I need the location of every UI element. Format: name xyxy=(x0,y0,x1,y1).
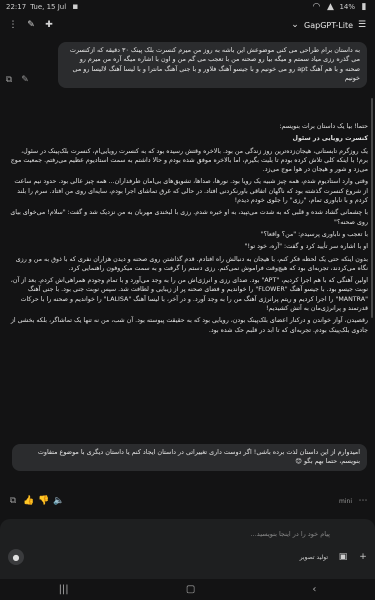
status-time: 22:17 xyxy=(6,3,27,11)
user-message-text: به داستان برام طراحی می کنی موضوعش این ب… xyxy=(69,46,360,83)
add-attachment-icon[interactable]: + xyxy=(358,552,368,562)
story-paragraph: با چشمانی گشاد شده و قلبی که به شدت می‌ت… xyxy=(10,209,368,226)
recent-apps-icon[interactable]: ||| xyxy=(59,584,69,595)
message-input[interactable] xyxy=(30,527,330,541)
story-paragraph: وقتی وارد استادیوم شدم، همه چیز شبیه یک … xyxy=(14,178,368,205)
copy-icon[interactable]: ⧉ xyxy=(4,75,14,85)
system-nav-bar: ||| ▢ ‹ xyxy=(0,579,375,600)
speaker-icon[interactable]: 🔈 xyxy=(53,496,64,506)
status-left: 22:17 Tue, 15 Jul ▪ xyxy=(6,2,80,12)
app-title-text: GapGPT-Lite xyxy=(304,20,353,30)
notification-icon: ▪ xyxy=(72,2,79,12)
app-bar: ⋮ ✎ ✚ ⌄ GapGPT-Lite ☰ xyxy=(0,14,375,36)
new-chat-icon[interactable]: ✚ xyxy=(44,20,54,30)
status-date: Tue, 15 Jul xyxy=(30,3,67,11)
menu-icon[interactable]: ☰ xyxy=(357,20,367,30)
generate-image-button[interactable]: تولید تصویر xyxy=(300,554,328,561)
story-paragraph: رقصیدن، آواز خواندن و درکنار اعضای بلک‌پ… xyxy=(10,317,368,334)
microphone-icon: ● xyxy=(12,552,20,562)
image-icon[interactable]: ▣ xyxy=(338,552,348,562)
chat-area[interactable]: به داستان برام طراحی می کنی موضوعش این ب… xyxy=(0,38,375,510)
closing-message-text: امیدوارم از این داستان لذت برده باشی! اگ… xyxy=(37,448,360,466)
home-icon[interactable]: ▢ xyxy=(186,584,195,595)
assistant-message: حتما! بیا یک داستان برات بنویسم: کنسرت ر… xyxy=(10,122,368,338)
closing-message-bubble: امیدوارم از این داستان لذت برده باشی! اگ… xyxy=(12,444,367,471)
story-paragraph: اولین آهنگی که با هم اجرا کردیم، "APT" ب… xyxy=(10,277,368,313)
back-icon[interactable]: ‹ xyxy=(312,584,316,595)
signal-icon: ▲ xyxy=(326,2,334,12)
input-panel: ● تولید تصویر ▣ + xyxy=(0,519,375,579)
assistant-intro: حتما! بیا یک داستان برات بنویسم: xyxy=(279,123,368,130)
status-right: ◠ ▲ 14% ▮ xyxy=(311,2,369,12)
app-title[interactable]: ⌄ GapGPT-Lite ☰ xyxy=(290,20,367,30)
more-options-icon[interactable]: ⋮ xyxy=(8,20,18,30)
battery-level: 14% xyxy=(339,3,355,11)
model-info: mini ⋯ xyxy=(339,496,368,506)
story-paragraph: او با اشاره سر تأیید کرد و گفت: "آره، خو… xyxy=(244,243,368,251)
scrollbar[interactable] xyxy=(371,98,373,318)
message-meta-row: ⧉ 👍 👎 🔈 mini ⋯ xyxy=(8,496,368,506)
model-name: mini xyxy=(339,497,352,505)
thumbs-down-icon[interactable]: 👎 xyxy=(38,496,49,506)
story-paragraph: با تعجب و ناباوری پرسیدم: "من؟ واقعا؟" xyxy=(260,230,368,238)
edit-icon[interactable]: ✎ xyxy=(26,20,36,30)
feedback-actions: ⧉ 👍 👎 🔈 xyxy=(8,496,64,506)
copy-response-icon[interactable]: ⧉ xyxy=(8,496,18,506)
user-message-bubble: به داستان برام طراحی می کنی موضوعش این ب… xyxy=(58,42,367,88)
input-tools: ● تولید تصویر ▣ + xyxy=(8,549,368,565)
story-paragraph: بدون اینکه حتی یک لحظه فکر کنم، با هیجان… xyxy=(15,255,368,272)
more-icon[interactable]: ⋯ xyxy=(358,496,368,506)
wifi-icon: ◠ xyxy=(312,2,321,12)
app-actions: ⋮ ✎ ✚ xyxy=(8,20,54,30)
thumbs-up-icon[interactable]: 👍 xyxy=(23,496,34,506)
message-actions: ⧉ ✎ xyxy=(4,75,30,85)
mic-button[interactable]: ● xyxy=(8,549,24,565)
story-title: کنسرت رویایی در سئول xyxy=(292,135,369,143)
chevron-down-icon: ⌄ xyxy=(291,20,299,30)
status-bar: 22:17 Tue, 15 Jul ▪ ◠ ▲ 14% ▮ xyxy=(0,0,375,14)
input-tools-right: تولید تصویر ▣ + xyxy=(300,552,368,562)
battery-icon: ▮ xyxy=(361,2,367,12)
edit-message-icon[interactable]: ✎ xyxy=(20,75,30,85)
story-paragraph: یک روزگرم تابستانی، هیجان‌زده‌ترین روز ز… xyxy=(10,147,368,174)
